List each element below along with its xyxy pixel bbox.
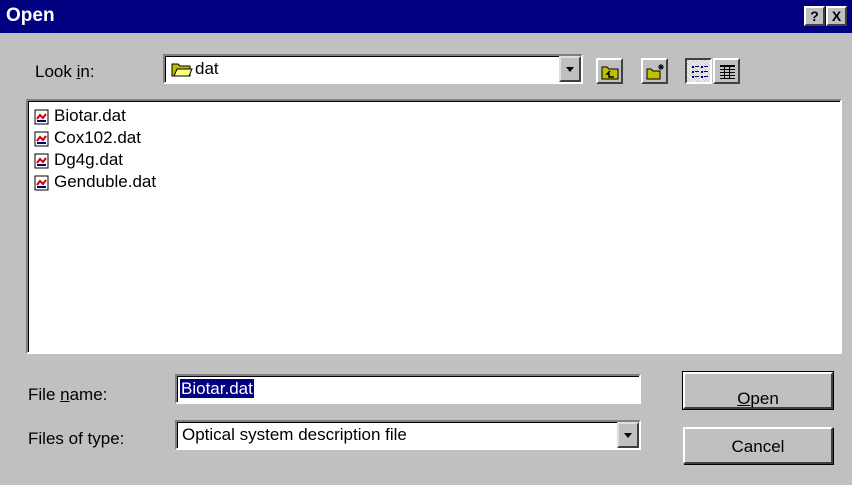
file-name-input[interactable]: Biotar.dat — [175, 374, 641, 404]
up-one-level-button[interactable] — [596, 58, 623, 84]
look-in-value: dat — [195, 59, 219, 78]
file-icon — [34, 175, 49, 191]
list-view-button[interactable] — [685, 58, 712, 84]
help-icon: ? — [810, 8, 819, 24]
close-icon: X — [831, 8, 842, 24]
details-view-icon — [720, 65, 735, 79]
details-view-button[interactable] — [713, 58, 740, 84]
file-name: Cox102.dat — [54, 128, 141, 147]
window-title: Open — [6, 5, 55, 26]
file-name-label: File name: — [28, 385, 108, 404]
look-in-label: Look in: — [35, 62, 95, 81]
list-view-icon — [692, 66, 708, 78]
file-type-value: Optical system description file — [182, 425, 407, 444]
look-in-combobox[interactable]: dat — [163, 54, 583, 84]
file-type-combobox[interactable]: Optical system description file — [175, 420, 641, 450]
file-name: Biotar.dat — [54, 106, 126, 125]
file-name: Dg4g.dat — [54, 150, 123, 169]
title-bar[interactable]: Open ? X — [0, 0, 852, 33]
file-icon — [34, 131, 49, 147]
up-folder-icon — [601, 66, 619, 80]
file-type-label: Files of type: — [28, 429, 125, 448]
file-name: Genduble.dat — [54, 172, 157, 191]
open-dialog: Open ? X Look in: dat Biotar.dat Cox102.… — [0, 0, 852, 485]
file-name-value: Biotar.dat — [180, 379, 254, 398]
create-new-folder-button[interactable] — [641, 58, 668, 84]
cancel-button[interactable]: Cancel — [683, 427, 833, 464]
open-button[interactable]: Open — [682, 371, 834, 410]
new-folder-icon — [646, 64, 664, 80]
file-type-dropdown-button[interactable] — [617, 422, 639, 448]
file-icon — [34, 153, 49, 169]
file-list[interactable]: Biotar.dat Cox102.dat Dg4g.dat Genduble.dat — [26, 99, 842, 354]
close-button[interactable]: X — [826, 6, 847, 26]
help-button[interactable]: ? — [804, 6, 825, 26]
file-icon — [34, 109, 49, 125]
folder-icon — [171, 63, 193, 77]
look-in-dropdown-button[interactable] — [559, 56, 581, 82]
